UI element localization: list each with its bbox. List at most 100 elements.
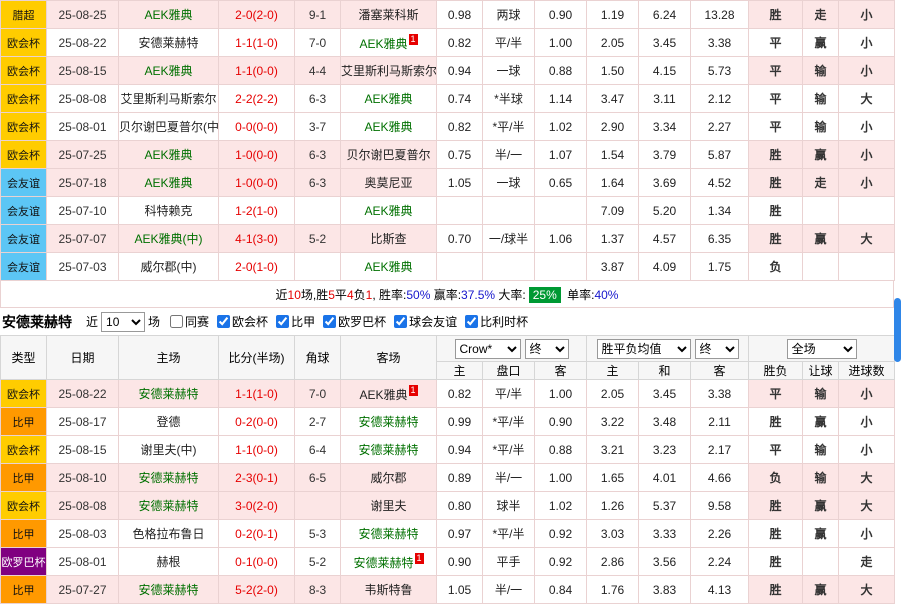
asian-away-odds: 0.84 [535, 576, 587, 604]
match-date: 25-08-15 [47, 436, 119, 464]
league-filter[interactable]: 欧罗巴杯 [323, 313, 386, 330]
away-team-link[interactable]: 安德莱赫特 [341, 408, 437, 436]
away-team-link[interactable]: 潘塞莱科斯 [341, 1, 437, 29]
asian-away-odds: 1.00 [535, 29, 587, 57]
scope-select[interactable]: 全场 [787, 339, 857, 359]
away-team-link[interactable]: AEK雅典 [341, 85, 437, 113]
home-team-link[interactable]: 安德莱赫特 [119, 464, 219, 492]
euro-home-odds: 3.21 [587, 436, 639, 464]
away-team-link[interactable]: 奥莫尼亚 [341, 169, 437, 197]
home-team-link[interactable]: AEK雅典 [119, 1, 219, 29]
asian-home-odds: 0.82 [437, 29, 483, 57]
summary-segment: 37.5% [461, 288, 495, 302]
summary-segment: 5 [328, 288, 335, 302]
scrollbar-thumb[interactable] [894, 298, 901, 362]
score-cell: 0-2(0-1) [219, 520, 295, 548]
home-team-link[interactable]: 谢里夫(中) [119, 436, 219, 464]
away-team-link[interactable]: AEK雅典 [341, 253, 437, 281]
recent-count-select[interactable]: 10 [101, 312, 145, 332]
league-filter-checkbox[interactable] [217, 315, 230, 328]
euro-draw-odds: 6.24 [639, 1, 691, 29]
home-team-link[interactable]: AEK雅典(中) [119, 225, 219, 253]
euro-draw-odds: 3.33 [639, 520, 691, 548]
result-goals: 走 [839, 548, 895, 576]
euro-away-odds: 1.75 [691, 253, 749, 281]
result-wdl: 胜 [749, 520, 803, 548]
result-goals [839, 197, 895, 225]
away-team-name: 安德莱赫特 [358, 415, 418, 429]
away-team-link[interactable]: 威尔郡 [341, 464, 437, 492]
summary-segment: , 胜率: [372, 288, 406, 302]
home-team-link[interactable]: AEK雅典 [119, 141, 219, 169]
league-filter[interactable]: 球会友谊 [394, 313, 457, 330]
league-filter-checkbox[interactable] [170, 315, 183, 328]
home-team-link[interactable]: AEK雅典 [119, 169, 219, 197]
away-team-link[interactable]: 韦斯特鲁 [341, 576, 437, 604]
home-team-link[interactable]: 安德莱赫特 [119, 492, 219, 520]
euro-home-odds: 1.76 [587, 576, 639, 604]
asian-home-odds: 0.94 [437, 57, 483, 85]
odds-time-select[interactable]: 终 [525, 339, 569, 359]
home-team-link[interactable]: 贝尔谢巴夏普尔(中) [119, 113, 219, 141]
home-team-name: AEK雅典 [144, 64, 192, 78]
away-team-link[interactable]: 安德莱赫特 [341, 436, 437, 464]
competition-badge: 欧会杯 [1, 85, 47, 113]
league-filter-checkbox[interactable] [276, 315, 289, 328]
odds-company-select[interactable]: Crow* [455, 339, 521, 359]
away-team-link[interactable]: AEK雅典 [341, 197, 437, 225]
home-team-link[interactable]: AEK雅典 [119, 57, 219, 85]
euro-time-select[interactable]: 终 [695, 339, 739, 359]
result-wdl: 平 [749, 29, 803, 57]
euro-away-odds: 2.26 [691, 520, 749, 548]
home-team-link[interactable]: 威尔郡(中) [119, 253, 219, 281]
home-team-link[interactable]: 艾里斯利马斯索尔 [119, 85, 219, 113]
corner-cell: 9-1 [295, 1, 341, 29]
result-handicap [803, 253, 839, 281]
euro-home-odds: 1.37 [587, 225, 639, 253]
result-goals: 小 [839, 1, 895, 29]
away-team-link[interactable]: 安德莱赫特1 [341, 548, 437, 576]
away-team-link[interactable]: 贝尔谢巴夏普尔 [341, 141, 437, 169]
summary-segment: 10 [288, 288, 301, 302]
euro-home-odds: 3.22 [587, 408, 639, 436]
away-team-link[interactable]: AEK雅典1 [341, 380, 437, 408]
summary-segments: 近10场,胜5平4负1, 胜率:50% 赢率:37.5% 大率:25% 单率:4… [276, 286, 619, 303]
league-filter-checkbox[interactable] [394, 315, 407, 328]
league-filter-checkbox[interactable] [465, 315, 478, 328]
home-team-link[interactable]: 登德 [119, 408, 219, 436]
home-team-link[interactable]: 安德莱赫特 [119, 380, 219, 408]
away-team-link[interactable]: 谢里夫 [341, 492, 437, 520]
asian-away-odds [535, 197, 587, 225]
home-team-link[interactable]: 安德莱赫特 [119, 576, 219, 604]
competition-badge: 欧会杯 [1, 141, 47, 169]
euro-company-select[interactable]: 胜平负均值 [597, 339, 691, 359]
home-team-link[interactable]: 赫根 [119, 548, 219, 576]
match-row: 会友谊 25-07-03 威尔郡(中) 2-0(1-0) AEK雅典 3.87 … [1, 253, 895, 281]
anderlecht-section-bar: 安德莱赫特 近 10 场 同赛 欧会杯 比甲 [0, 308, 894, 335]
aek-athens-history-table: 腊超 25-08-25 AEK雅典 2-0(2-0) 9-1 潘塞莱科斯 0.9… [0, 0, 895, 281]
league-filter[interactable]: 同赛 [170, 313, 209, 330]
match-date: 25-07-25 [47, 141, 119, 169]
home-team-name: 赫根 [156, 555, 180, 569]
home-team-link[interactable]: 科特赖克 [119, 197, 219, 225]
euro-away-odds: 2.27 [691, 113, 749, 141]
away-team-link[interactable]: 艾里斯利马斯索尔 [341, 57, 437, 85]
result-wdl: 平 [749, 113, 803, 141]
away-team-link[interactable]: 比斯查 [341, 225, 437, 253]
corner-cell: 6-4 [295, 436, 341, 464]
competition-badge: 欧会杯 [1, 492, 47, 520]
league-filter[interactable]: 比甲 [276, 313, 315, 330]
asian-handicap-line: 半/一 [483, 464, 535, 492]
home-team-link[interactable]: 安德莱赫特 [119, 29, 219, 57]
away-team-link[interactable]: AEK雅典 [341, 113, 437, 141]
league-filter[interactable]: 欧会杯 [217, 313, 268, 330]
asian-handicap-line: *半球 [483, 85, 535, 113]
euro-draw-odds: 4.57 [639, 225, 691, 253]
away-team-link[interactable]: AEK雅典1 [341, 29, 437, 57]
league-filter-checkbox[interactable] [323, 315, 336, 328]
league-filter[interactable]: 比利时杯 [465, 313, 528, 330]
competition-badge: 比甲 [1, 464, 47, 492]
asian-handicap-line [483, 253, 535, 281]
away-team-link[interactable]: 安德莱赫特 [341, 520, 437, 548]
home-team-link[interactable]: 色格拉布鲁日 [119, 520, 219, 548]
